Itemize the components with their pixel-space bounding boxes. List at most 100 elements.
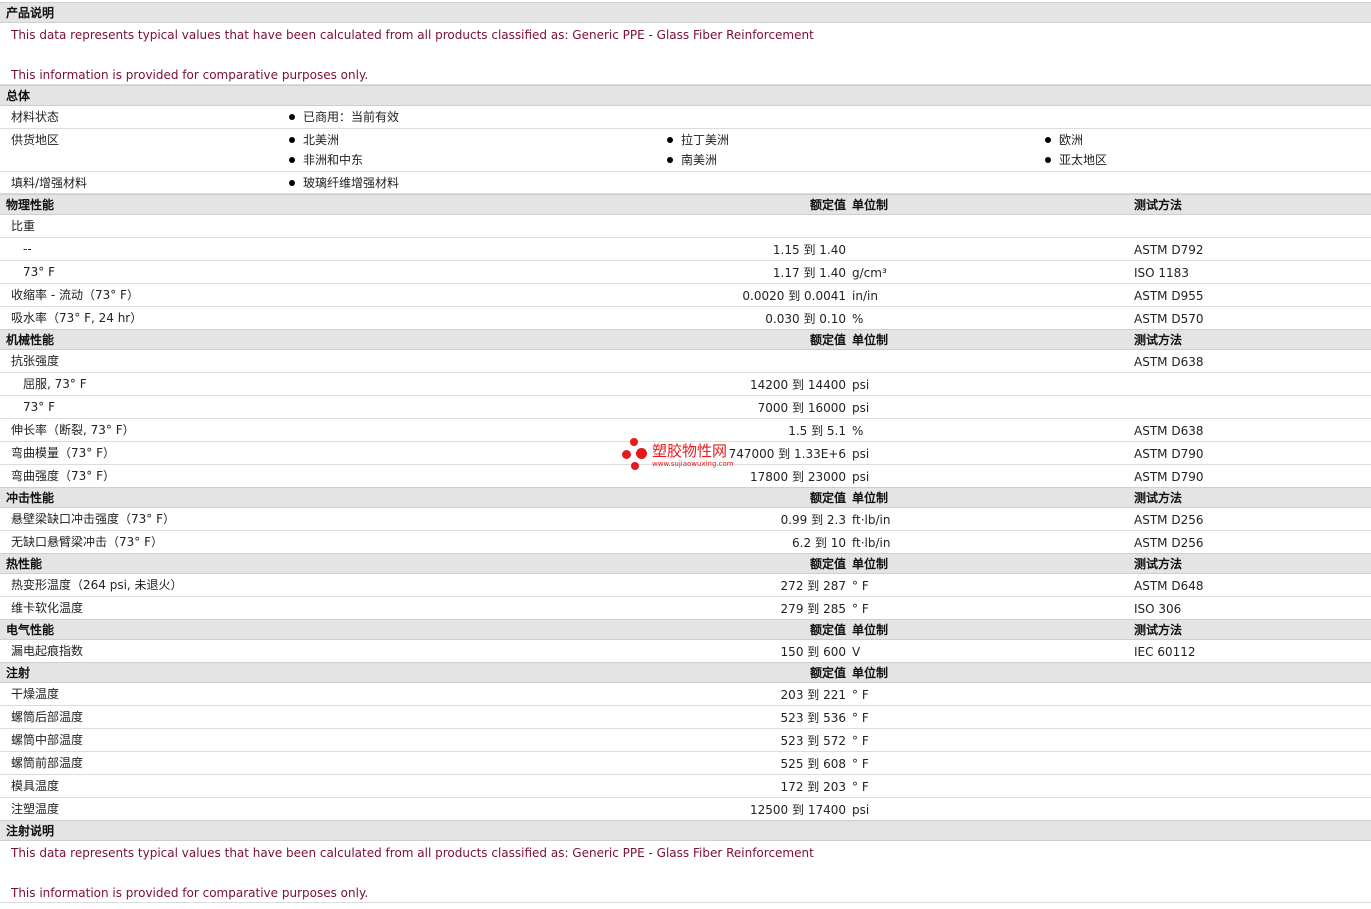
property-label: 收缩率 - 流动（73° F）: [11, 288, 139, 302]
property-label: --: [23, 242, 32, 256]
column-header-method: 测试方法: [1134, 623, 1183, 637]
property-label: 螺筒后部温度: [11, 710, 84, 724]
property-unit: ° F: [852, 688, 869, 702]
region-item: 南美洲: [667, 153, 717, 167]
property-label: 73° F: [23, 400, 55, 414]
watermark-text: 塑胶物性网: [652, 442, 728, 460]
injection-notes-block: This data represents typical values that…: [0, 841, 1371, 903]
section-header-mechanical: 机械性能 额定值 单位制 测试方法: [0, 329, 1371, 350]
section-title: 机械性能: [6, 333, 55, 347]
column-header-method: 测试方法: [1134, 333, 1183, 347]
column-header-value: 额定值: [809, 198, 846, 212]
property-label: 悬壁梁缺口冲击强度（73° F）: [11, 512, 175, 526]
test-method: ASTM D570: [1134, 312, 1204, 326]
column-header-method: 测试方法: [1134, 491, 1183, 505]
property-label: 吸水率（73° F, 24 hr）: [11, 311, 143, 325]
region-item: 北美洲: [289, 133, 339, 147]
section-title: 冲击性能: [6, 491, 55, 505]
column-header-value: 额定值: [809, 333, 846, 347]
property-row: 73° F 7000 到 16000 psi: [0, 396, 1371, 419]
property-row: 干燥温度 203 到 221 ° F: [0, 683, 1371, 706]
general-row-filler: 填料/增强材料 玻璃纤维增强材料: [0, 172, 1371, 194]
column-header-value: 额定值: [809, 491, 846, 505]
column-header-unit: 单位制: [852, 198, 889, 212]
column-header-unit: 单位制: [852, 333, 889, 347]
property-unit: ft·lb/in: [852, 536, 891, 550]
property-unit: %: [852, 424, 864, 438]
watermark-url: www.sujiaowuxing.com: [652, 460, 734, 468]
property-row: -- 1.15 到 1.40 ASTM D792: [0, 238, 1371, 261]
property-value: 272 到 287: [780, 579, 846, 593]
section-header-injection-notes: 注射说明: [0, 820, 1371, 841]
property-row: 螺筒前部温度 525 到 608 ° F: [0, 752, 1371, 775]
property-unit: psi: [852, 401, 870, 415]
property-row: 无缺口悬臂梁冲击（73° F） 6.2 到 10 ft·lb/in ASTM D256: [0, 531, 1371, 554]
property-label: 填料/增强材料: [11, 176, 88, 190]
property-value: 1.15 到 1.40: [772, 243, 846, 257]
property-label: 弯曲强度（73° F）: [11, 469, 115, 483]
test-method: IEC 60112: [1134, 645, 1196, 659]
property-row: 模具温度 172 到 203 ° F: [0, 775, 1371, 798]
property-value: 12500 到 17400: [750, 803, 846, 817]
test-method: ASTM D638: [1134, 424, 1204, 438]
section-header-description: 产品说明: [0, 2, 1371, 23]
column-header-unit: 单位制: [852, 557, 889, 571]
property-label: 注塑温度: [11, 802, 60, 816]
property-unit: ° F: [852, 780, 869, 794]
property-unit: %: [852, 312, 864, 326]
property-value: 523 到 536: [780, 711, 846, 725]
section-title: 电气性能: [6, 623, 55, 637]
test-method: ASTM D792: [1134, 243, 1204, 257]
general-row-status: 材料状态 已商用：当前有效: [0, 106, 1371, 129]
test-method: ASTM D256: [1134, 536, 1204, 550]
test-method: ASTM D256: [1134, 513, 1204, 527]
property-row: 螺筒中部温度 523 到 572 ° F: [0, 729, 1371, 752]
section-header-impact: 冲击性能 额定值 单位制 测试方法: [0, 487, 1371, 508]
property-value: 203 到 221: [780, 688, 846, 702]
test-method: ISO 1183: [1134, 266, 1189, 280]
property-unit: psi: [852, 470, 870, 484]
property-label: 73° F: [23, 265, 55, 279]
property-row: 螺筒后部温度 523 到 536 ° F: [0, 706, 1371, 729]
section-header-electrical: 电气性能 额定值 单位制 测试方法: [0, 619, 1371, 640]
property-label: 伸长率（断裂, 73° F）: [11, 423, 135, 437]
test-method: ASTM D790: [1134, 447, 1204, 461]
property-row: 73° F 1.17 到 1.40 g/cm³ ISO 1183: [0, 261, 1371, 284]
property-row: 漏电起痕指数 150 到 600 V IEC 60112: [0, 640, 1371, 663]
region-item: 拉丁美洲: [667, 133, 729, 147]
property-row: 吸水率（73° F, 24 hr） 0.030 到 0.10% ASTM D570: [0, 307, 1371, 330]
column-header-value: 额定值: [809, 666, 846, 680]
property-label: 干燥温度: [11, 687, 60, 701]
test-method: ISO 306: [1134, 602, 1182, 616]
property-label: 屈服, 73° F: [23, 377, 87, 391]
property-row: 抗张强度 ASTM D638: [0, 350, 1371, 373]
property-value: 150 到 600: [780, 645, 846, 659]
property-value: 523 到 572: [780, 734, 846, 748]
property-unit: psi: [852, 378, 870, 392]
property-label: 抗张强度: [11, 354, 60, 368]
property-unit: g/cm³: [852, 266, 887, 280]
property-row: 收缩率 - 流动（73° F） 0.0020 到 0.0041 in/in ASTM …: [0, 284, 1371, 307]
property-value: 0.99 到 2.3: [780, 513, 846, 527]
property-unit: V: [852, 645, 861, 659]
section-title: 物理性能: [6, 198, 55, 212]
property-unit: ° F: [852, 757, 869, 771]
column-header-value: 额定值: [809, 557, 846, 571]
test-method: ASTM D790: [1134, 470, 1204, 484]
property-unit: ° F: [852, 734, 869, 748]
property-unit: psi: [852, 803, 870, 817]
property-unit: ° F: [852, 579, 869, 593]
property-unit: in/in: [852, 289, 878, 303]
property-row: 屈服, 73° F 14200 到 14400 psi: [0, 373, 1371, 396]
property-row: 悬壁梁缺口冲击强度（73° F） 0.99 到 2.3 ft·lb/in ASTM D…: [0, 508, 1371, 531]
section-header-general: 总体: [0, 85, 1371, 106]
property-row: 注塑温度 12500 到 17400 psi: [0, 798, 1371, 821]
property-unit: ° F: [852, 602, 869, 616]
property-label: 热变形温度（264 psi, 未退火）: [11, 578, 183, 592]
property-label: 螺筒前部温度: [11, 756, 84, 770]
status-value: 已商用：当前有效: [289, 110, 399, 124]
description-block: This data represents typical values that…: [0, 23, 1371, 85]
watermark-logo: 塑胶物性网 www.sujiaowuxing.com: [622, 438, 752, 474]
property-value: 0.030 到 0.10: [765, 312, 846, 326]
column-header-method: 测试方法: [1134, 198, 1183, 212]
